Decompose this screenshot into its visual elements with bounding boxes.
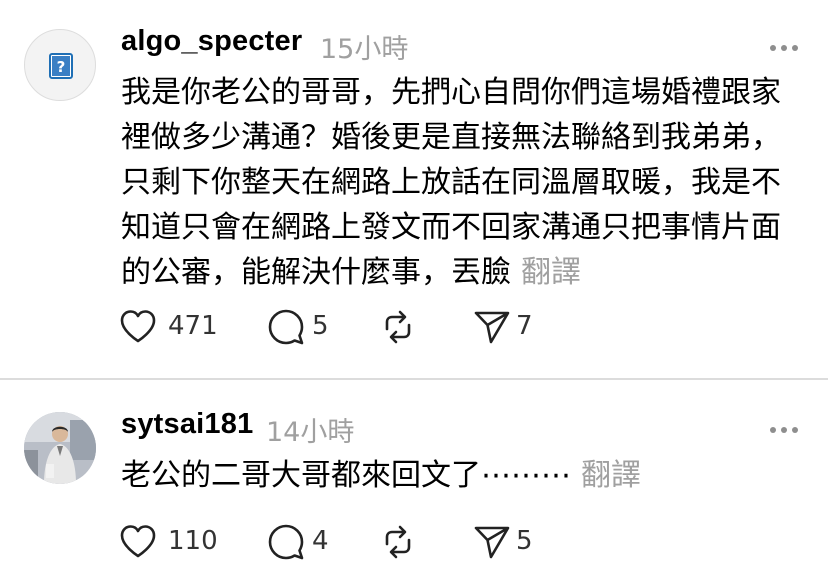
heart-icon [120, 525, 156, 558]
share-button[interactable]: 5 [472, 522, 542, 562]
comment-line-text: 老公的二哥大哥都來回文了⋯⋯⋯ [121, 458, 571, 493]
comment-text: 我是你老公的哥哥，先捫心自問你們這場婚禮跟家 裡做多少溝通？婚後更是直接無法聯絡… [121, 70, 811, 295]
repost-button[interactable] [378, 307, 418, 347]
reply-count: 5 [312, 311, 329, 341]
action-bar: 471 5 7 [118, 307, 638, 347]
comment-text: 老公的二哥大哥都來回文了⋯⋯⋯ 翻譯 [121, 453, 811, 498]
share-icon [474, 526, 510, 559]
translate-link[interactable]: 翻譯 [581, 458, 641, 493]
comment-line: 知道只會在網路上發文而不回家溝通只把事情片面 [121, 210, 781, 245]
timestamp: 14小時 [266, 417, 355, 448]
comment-post-2: sytsai181 14小時 老公的二哥大哥都來回文了⋯⋯⋯ 翻譯 110 4 [0, 380, 828, 582]
comment-line: 只剩下你整天在網路上放話在同溫層取暖，我是不 [121, 165, 781, 200]
share-icon [474, 311, 510, 344]
comment-line-text: 的公審，能解決什麼事，丟臉 [121, 255, 511, 290]
heart-icon [120, 310, 156, 343]
comment-line-last: 老公的二哥大哥都來回文了⋯⋯⋯ 翻譯 [121, 453, 811, 498]
svg-text:?: ? [57, 58, 66, 76]
timestamp: 15小時 [320, 34, 409, 65]
avatar[interactable] [24, 412, 96, 484]
like-button[interactable]: 471 [118, 307, 218, 347]
repost-icon [385, 310, 411, 344]
comment-icon [268, 309, 304, 345]
avatar[interactable]: ? [24, 29, 96, 101]
profile-photo [24, 412, 96, 484]
share-button[interactable]: 7 [472, 307, 542, 347]
comment-post-1: ? algo_specter 15小時 我是你老公的哥哥，先捫心自問你們這場婚禮… [0, 0, 828, 378]
reply-button[interactable]: 5 [266, 307, 336, 347]
more-icon[interactable] [768, 420, 800, 433]
comment-line: 我是你老公的哥哥，先捫心自問你們這場婚禮跟家 [121, 75, 781, 110]
username[interactable]: algo_specter [121, 25, 302, 58]
share-count: 5 [516, 526, 533, 556]
more-icon[interactable] [768, 38, 800, 51]
like-count: 471 [168, 311, 218, 341]
reply-count: 4 [312, 526, 329, 556]
username[interactable]: sytsai181 [121, 408, 253, 441]
like-button[interactable]: 110 [118, 522, 218, 562]
translate-link[interactable]: 翻譯 [521, 255, 581, 290]
share-count: 7 [516, 311, 533, 341]
comment-line: 裡做多少溝通？婚後更是直接無法聯絡到我弟弟， [121, 120, 781, 155]
repost-button[interactable] [378, 522, 418, 562]
comment-icon [268, 524, 304, 560]
action-bar: 110 4 5 [118, 522, 638, 562]
reply-button[interactable]: 4 [266, 522, 336, 562]
comment-line-last: 的公審，能解決什麼事，丟臉 翻譯 [121, 250, 811, 295]
question-mark-icon: ? [49, 53, 73, 79]
like-count: 110 [168, 526, 218, 556]
repost-icon [385, 525, 411, 559]
